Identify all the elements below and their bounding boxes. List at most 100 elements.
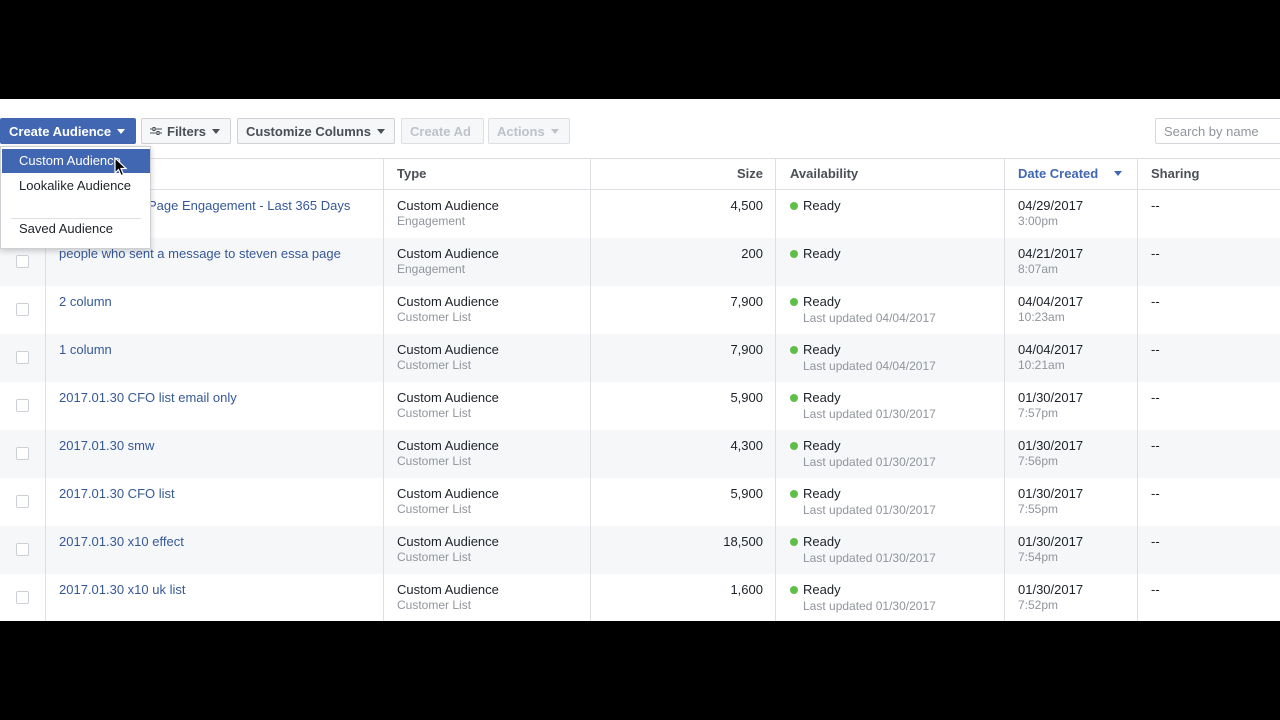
table-row[interactable]: 2 column Custom Audience Customer List 7,90… [0,286,1280,334]
sharing-status: -- [1151,390,1160,405]
sharing-status: -- [1151,438,1160,453]
create-ad-label: Create Ad [410,123,471,139]
audience-size: 200 [741,246,763,261]
create-audience-label: Create Audience [9,123,112,139]
availability-updated: Last updated 01/30/2017 [803,455,936,469]
status-dot-icon [790,442,798,450]
audience-size: 4,500 [730,198,763,213]
audience-subtype: Customer List [397,358,472,372]
audience-name-link[interactable]: 2017.01.30 CFO list email only [59,390,237,405]
audience-name-link[interactable]: 2017.01.30 CFO list [59,486,175,501]
toolbar: Create Audience Filters Customize Column… [0,99,1280,159]
table-row[interactable]: 2017.01.30 CFO list Custom Audience Custom… [0,478,1280,526]
table-row[interactable]: 2017.01.30 CFO list email only Custom Aud… [0,382,1280,430]
audience-name-link[interactable]: 2017.01.30 x10 uk list [59,582,185,597]
search-input[interactable] [1155,118,1280,144]
row-checkbox[interactable] [16,303,29,316]
status-dot-icon [790,586,798,594]
audience-name-link[interactable]: 1 column [59,342,112,357]
table-row[interactable]: 2017.01.30 x10 effect Custom Audience Cust… [0,526,1280,574]
audience-name-link[interactable]: 2017.01.30 x10 effect [59,534,184,549]
availability-status: Ready [803,294,841,309]
status-dot-icon [790,250,798,258]
audience-subtype: Customer List [397,598,472,612]
row-checkbox[interactable] [16,399,29,412]
row-checkbox[interactable] [16,591,29,604]
audience-type: Custom Audience [397,486,499,501]
table-row[interactable]: 2017.01.30 x10 uk list Custom Audience Cus… [0,574,1280,621]
actions-button[interactable]: Actions [488,118,570,144]
availability-updated: Last updated 01/30/2017 [803,551,936,565]
date-created: 01/30/2017 [1018,438,1084,453]
column-header-sharing[interactable]: Sharing [1151,159,1199,189]
audience-size: 7,900 [730,294,763,309]
audience-subtype: Engagement [397,262,466,276]
filters-label: Filters [167,123,207,139]
audience-subtype: Customer List [397,502,472,516]
date-created: 04/04/2017 [1018,342,1084,357]
menu-item-saved-audience[interactable]: Saved Audience [2,217,150,241]
column-header-type[interactable]: Type [397,159,426,189]
status-dot-icon [790,490,798,498]
table-body: Page Engagement - Last 365 Days Custom Au… [0,190,1280,621]
audience-subtype: Customer List [397,454,472,468]
create-audience-button[interactable]: Create Audience [0,118,136,144]
audience-name-link[interactable]: 2017.01.30 smw [59,438,154,453]
customize-columns-label: Customize Columns [246,123,371,139]
audience-type: Custom Audience [397,342,499,357]
column-header-date-created[interactable]: Date Created [1018,159,1098,189]
audience-type: Custom Audience [397,534,499,549]
audience-table: Type Size Availability Date Created Shar… [0,158,1280,621]
column-header-size[interactable]: Size [737,159,763,189]
date-created: 04/29/2017 [1018,198,1084,213]
menu-item-lookalike-audience[interactable]: Lookalike Audience [2,174,150,198]
date-created: 01/30/2017 [1018,582,1084,597]
column-divider [1137,158,1138,621]
availability-updated: Last updated 04/04/2017 [803,311,936,325]
column-header-availability[interactable]: Availability [790,159,858,189]
status-dot-icon [790,298,798,306]
date-created: 04/21/2017 [1018,246,1084,261]
audience-type: Custom Audience [397,198,499,213]
availability-status: Ready [803,342,841,357]
row-checkbox[interactable] [16,351,29,364]
column-divider [1004,158,1005,621]
time-created: 10:23am [1018,310,1065,324]
time-created: 8:07am [1018,262,1059,276]
row-checkbox[interactable] [16,255,29,268]
sort-caret-down-icon[interactable] [1114,171,1122,176]
audience-type: Custom Audience [397,294,499,309]
create-audience-dropdown: Custom Audience Lookalike Audience Saved… [0,146,151,249]
row-checkbox[interactable] [16,495,29,508]
customize-columns-button[interactable]: Customize Columns [237,118,395,144]
table-row[interactable]: 1 column Custom Audience Customer List 7,90… [0,334,1280,382]
table-row[interactable]: people who sent a message to steven essa… [0,238,1280,286]
audiences-screen: Create Audience Filters Customize Column… [0,99,1280,621]
filters-button[interactable]: Filters [141,118,231,144]
status-dot-icon [790,202,798,210]
availability-updated: Last updated 01/30/2017 [803,599,936,613]
table-row[interactable]: 2017.01.30 smw Custom Audience Customer Li… [0,430,1280,478]
row-checkbox[interactable] [16,543,29,556]
availability-status: Ready [803,534,841,549]
caret-down-icon [117,128,126,134]
caret-down-icon [212,128,221,134]
sharing-status: -- [1151,198,1160,213]
audience-name-link[interactable]: 2 column [59,294,112,309]
time-created: 7:52pm [1018,598,1059,612]
mouse-pointer-icon [114,157,128,177]
audience-name-link[interactable]: Page Engagement - Last 365 Days [148,198,350,213]
availability-status: Ready [803,390,841,405]
table-row[interactable]: Page Engagement - Last 365 Days Custom Au… [0,190,1280,238]
sharing-status: -- [1151,582,1160,597]
availability-status: Ready [803,486,841,501]
row-checkbox[interactable] [16,447,29,460]
actions-label: Actions [497,123,545,139]
audience-size: 18,500 [723,534,763,549]
sharing-status: -- [1151,486,1160,501]
availability-status: Ready [803,246,841,261]
availability-status: Ready [803,198,841,213]
sharing-status: -- [1151,534,1160,549]
audience-size: 1,600 [730,582,763,597]
create-ad-button[interactable]: Create Ad [401,118,484,144]
